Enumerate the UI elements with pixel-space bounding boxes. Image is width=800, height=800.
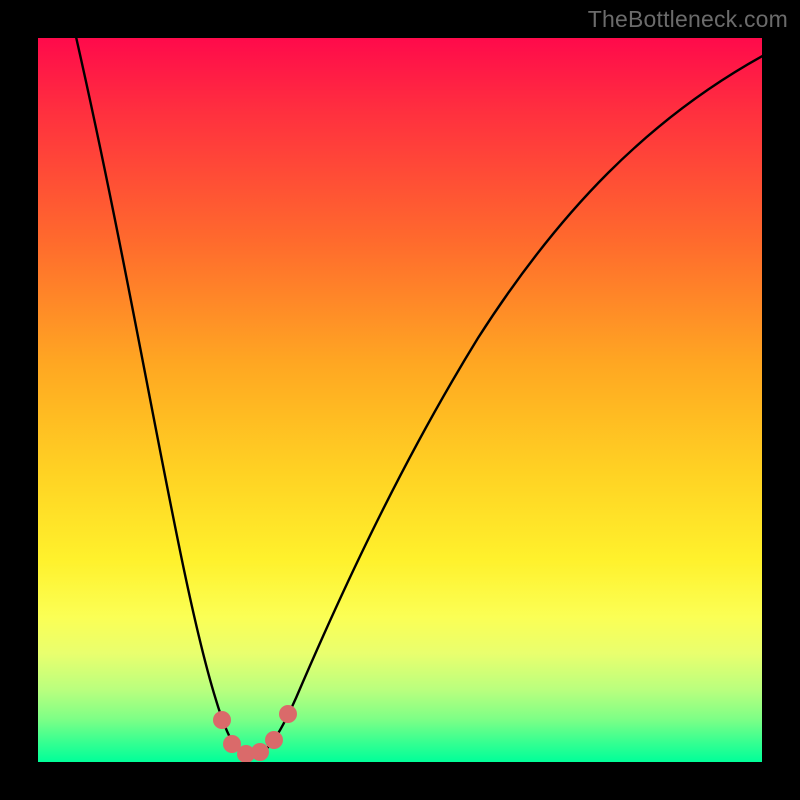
curve-svg [38, 38, 762, 762]
plot-area [38, 38, 762, 762]
marker-dot [251, 743, 269, 761]
watermark-text: TheBottleneck.com [588, 6, 788, 33]
marker-dot [265, 731, 283, 749]
marker-dot [279, 705, 297, 723]
chart-frame: TheBottleneck.com [0, 0, 800, 800]
bottleneck-curve [74, 38, 762, 756]
marker-dot [213, 711, 231, 729]
markers-group [213, 705, 297, 762]
